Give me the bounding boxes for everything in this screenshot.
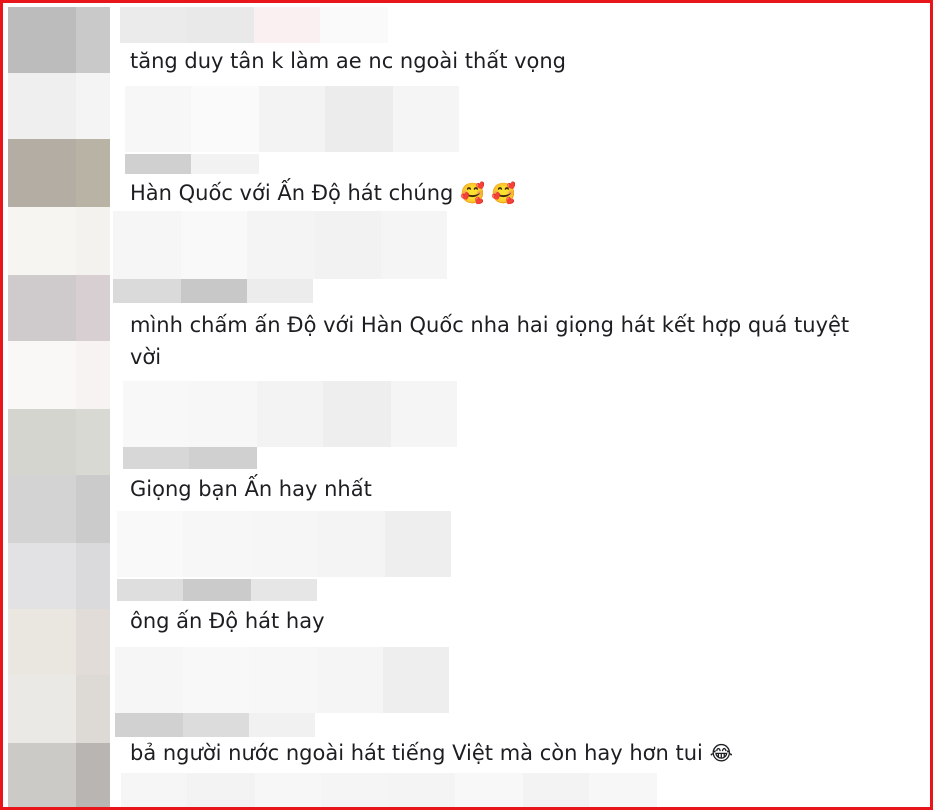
comment-text: ông ấn Độ hát hay: [130, 609, 325, 633]
comment-text: Hàn Quốc với Ấn Độ hát chúng 🥰 🥰: [130, 181, 517, 205]
comment-text: mình chấm ấn Độ với Hàn Quốc nha hai giọ…: [130, 313, 850, 369]
comment-text: tăng duy tân k làm ae nc ngoài thất vọng: [130, 49, 567, 73]
comment-text: bả người nước ngoài hát tiếng Việt mà cò…: [130, 741, 733, 765]
comment-text: Giọng bạn Ấn hay nhất: [130, 477, 372, 501]
smiling-hearts-emoji-icon: 🥰 🥰: [460, 181, 517, 205]
comment-list-frame: tăng duy tân k làm ae nc ngoài thất vọng…: [0, 0, 933, 810]
tears-of-joy-emoji-icon: 😂: [709, 741, 733, 765]
